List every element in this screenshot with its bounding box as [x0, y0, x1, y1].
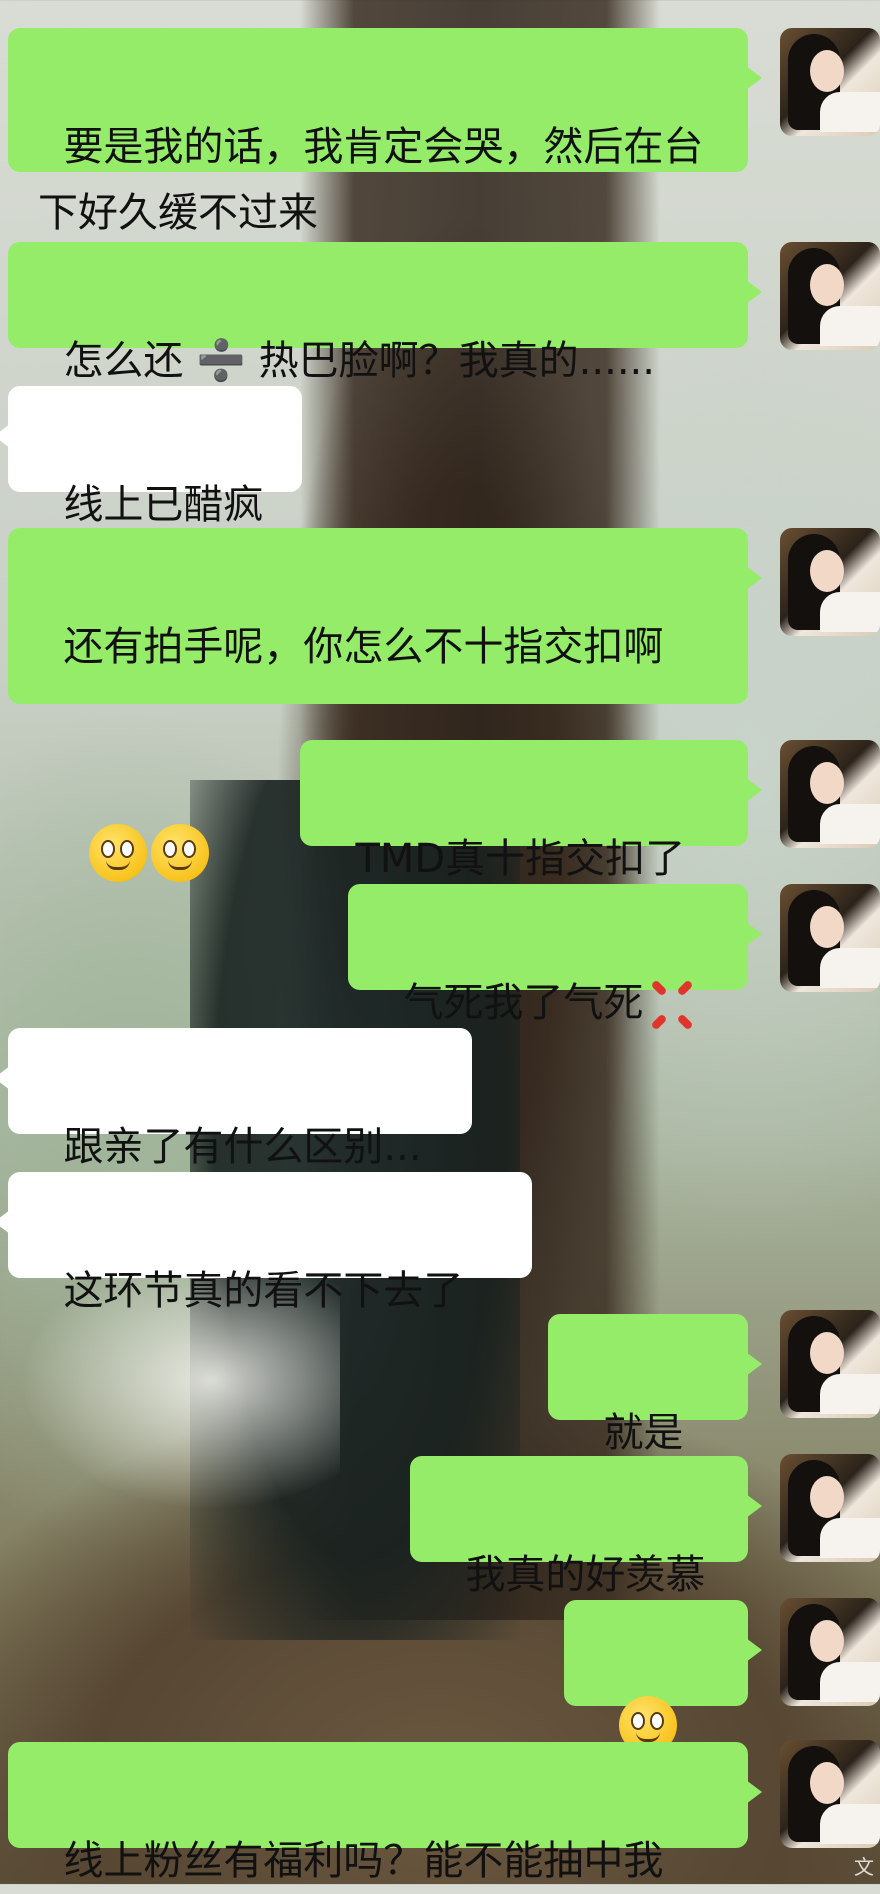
avatar-icon[interactable]	[780, 528, 880, 636]
message-bubble-incoming[interactable]: 线上已醋疯	[0, 386, 302, 528]
message-text: 怎么还 ➗ 热巴脸啊？我真的......	[63, 338, 655, 384]
message-bubble-outgoing[interactable]: 我真的好羡慕	[410, 1456, 762, 1598]
drooling-smile-icon	[150, 824, 209, 882]
avatar-icon[interactable]	[780, 884, 880, 992]
avatar-icon[interactable]	[780, 1454, 880, 1562]
message-bubble-outgoing[interactable]: TMD真十指交扣了	[300, 740, 762, 882]
message-bubble-outgoing[interactable]: 就是啊	[548, 1314, 762, 1522]
message-text: 气死我了气死	[403, 980, 644, 1026]
avatar-icon[interactable]	[780, 242, 880, 350]
message-bubble-outgoing[interactable]: 还有拍手呢，你怎么不十指交扣啊	[8, 528, 762, 882]
message-text: 线上粉丝有福利吗？能不能抽中我	[63, 1838, 664, 1884]
message-bubble-incoming[interactable]: 这环节真的看不下去了	[0, 1172, 532, 1314]
message-text: 还有拍手呢，你怎么不十指交扣啊	[63, 624, 664, 670]
message-bubble-outgoing[interactable]: 怎么还 ➗ 热巴脸啊？我真的......	[8, 242, 762, 384]
message-bubble-outgoing[interactable]: 要是我的话，我肯定会哭，然后在台下好久缓不过来	[8, 28, 762, 236]
avatar-icon[interactable]	[780, 28, 880, 136]
message-bubble-outgoing[interactable]: 气死我了气死	[348, 884, 762, 1031]
message-text: 跟亲了有什么区别...	[63, 1124, 422, 1170]
avatar-icon[interactable]	[780, 1598, 880, 1706]
avatar-icon[interactable]	[780, 740, 880, 848]
message-text: 线上已醋疯	[63, 482, 264, 528]
drooling-smile-icon	[88, 824, 147, 882]
message-text: 这环节真的看不下去了	[63, 1268, 464, 1314]
avatar-icon[interactable]	[780, 1310, 880, 1418]
message-bubble-incoming[interactable]: 跟亲了有什么区别...	[0, 1028, 472, 1170]
anger-symbol-icon	[647, 979, 697, 1031]
message-bubble-outgoing[interactable]: 线上粉丝有福利吗？能不能抽中我	[8, 1742, 762, 1884]
message-text: TMD真十指交扣了	[355, 836, 686, 882]
message-text: 我真的好羡慕	[465, 1552, 706, 1598]
watermark: 文	[854, 1855, 874, 1879]
avatar-icon[interactable]	[780, 1740, 880, 1848]
message-bubble-outgoing[interactable]	[564, 1600, 762, 1820]
